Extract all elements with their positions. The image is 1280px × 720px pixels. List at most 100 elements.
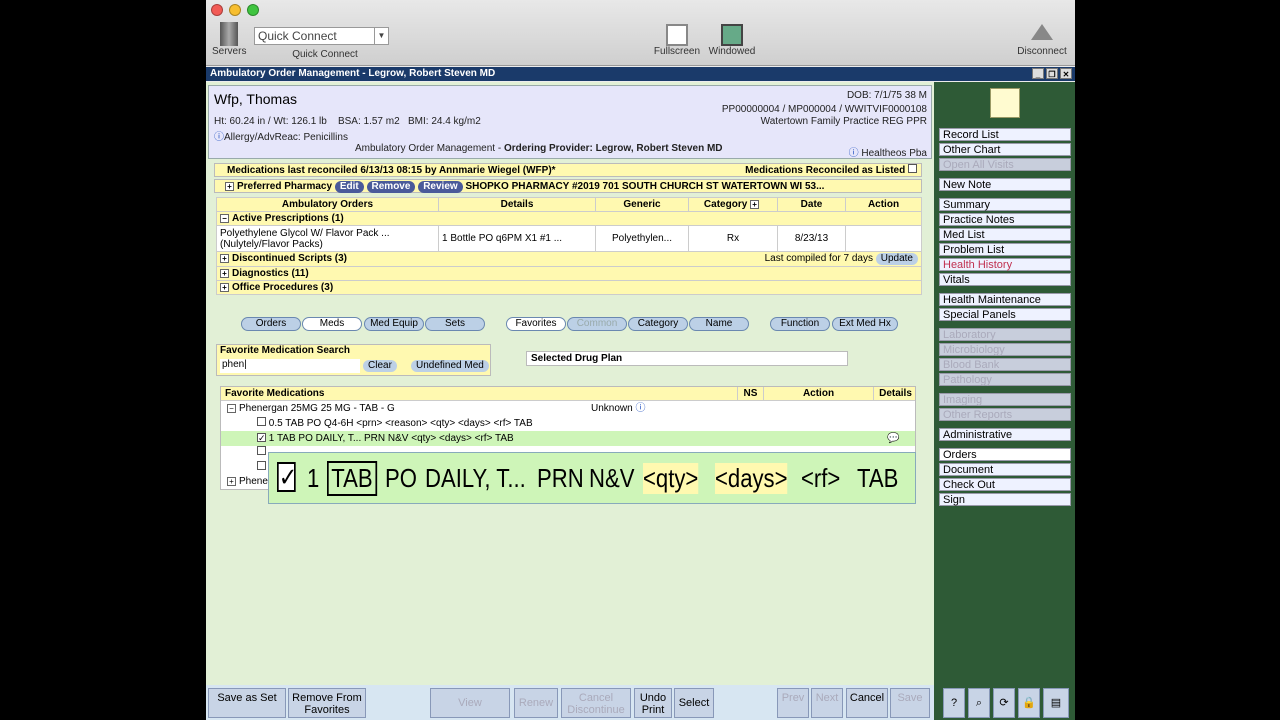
sidebar-item-document[interactable]: Document — [939, 463, 1071, 476]
search-input[interactable]: phen| — [220, 359, 360, 373]
notes-icon[interactable]: ▤ — [1043, 688, 1069, 718]
sidebar-item-administrative[interactable]: Administrative — [939, 428, 1071, 441]
fav-group-row[interactable]: − Phenergan 25MG 25 MG - TAB - G Unknown ⓘ — [221, 401, 915, 416]
disconnect-button[interactable]: Disconnect — [1014, 24, 1070, 57]
sidebar-item-microbiology[interactable]: Microbiology — [939, 343, 1071, 356]
sidebar-item-check-out[interactable]: Check Out — [939, 478, 1071, 491]
sidebar-item-sign[interactable]: Sign — [939, 493, 1071, 506]
minimize-icon[interactable]: _ — [1032, 68, 1044, 79]
restore-icon[interactable]: ❐ — [1046, 68, 1058, 79]
windowed-button[interactable]: Windowed — [706, 24, 758, 57]
reconciled-checkbox[interactable] — [908, 164, 917, 173]
windowed-label: Windowed — [708, 46, 756, 57]
sidebar-item-health-history[interactable]: Health History — [939, 258, 1071, 271]
search-icon[interactable]: ⌕ — [968, 688, 990, 718]
expand-icon[interactable]: + — [750, 200, 760, 209]
sidebar-item-practice-notes[interactable]: Practice Notes — [939, 213, 1071, 226]
tab-favorites[interactable]: Favorites — [506, 317, 566, 331]
tab-function[interactable]: Function — [770, 317, 830, 331]
select-button[interactable]: Select — [674, 688, 714, 718]
table-row[interactable]: Polyethylene Glycol W/ Flavor Pack ... (… — [216, 225, 922, 252]
tab-common[interactable]: Common — [567, 317, 627, 331]
org-name: ⓘ Healtheos Pba — [848, 148, 927, 159]
cancel-button[interactable]: Cancel — [846, 688, 888, 718]
rx-action[interactable] — [845, 225, 922, 252]
fullscreen-button[interactable]: Fullscreen — [652, 24, 702, 57]
renew-button[interactable]: Renew — [514, 688, 558, 718]
prev-button[interactable]: Prev — [777, 688, 809, 718]
sidebar-item-pathology[interactable]: Pathology — [939, 373, 1071, 386]
app-title-bar: Ambulatory Order Management - Legrow, Ro… — [206, 67, 1075, 81]
refresh-icon[interactable]: ⟳ — [993, 688, 1015, 718]
expand-icon[interactable]: + — [227, 477, 236, 486]
sidebar-item-problem-list[interactable]: Problem List — [939, 243, 1071, 256]
sidebar-item-new-note[interactable]: New Note — [939, 178, 1071, 191]
zoom-days: <days> — [715, 463, 788, 494]
sidebar-item-vitals[interactable]: Vitals — [939, 273, 1071, 286]
fav-row[interactable]: 0.5 TAB PO Q4-6H <prn> <reason> <qty> <d… — [221, 416, 915, 431]
sidebar-item-summary[interactable]: Summary — [939, 198, 1071, 211]
update-button[interactable]: Update — [875, 253, 918, 265]
help-button[interactable]: ? — [943, 688, 965, 718]
tab-name[interactable]: Name — [689, 317, 749, 331]
tab-ext-med-hx[interactable]: Ext Med Hx — [832, 317, 898, 331]
sidebar-item-laboratory[interactable]: Laboratory — [939, 328, 1071, 341]
lock-icon[interactable]: 🔒 — [1018, 688, 1040, 718]
tab-med-equip[interactable]: Med Equip — [364, 317, 424, 331]
expand-icon[interactable]: + — [220, 269, 229, 278]
expand-icon[interactable]: + — [220, 254, 229, 263]
clear-button[interactable]: Clear — [363, 360, 397, 372]
fav-checkbox[interactable] — [257, 446, 266, 455]
sidebar-item-record-list[interactable]: Record List — [939, 128, 1071, 141]
comment-icon[interactable]: 💬 — [887, 431, 899, 446]
close-light[interactable] — [211, 4, 223, 16]
edit-button[interactable]: Edit — [334, 181, 364, 193]
fav-checkbox[interactable] — [257, 417, 266, 426]
undo-print-button[interactable]: Undo Print — [634, 688, 672, 718]
sidebar-item-orders[interactable]: Orders — [939, 448, 1071, 461]
minimize-light[interactable] — [229, 4, 241, 16]
office-row[interactable]: + Office Procedures (3) — [216, 280, 922, 295]
save-as-set-button[interactable]: Save as Set — [208, 688, 286, 718]
zoom-tab2: TAB — [857, 463, 899, 493]
expand-icon[interactable]: + — [220, 283, 229, 292]
patient-header: Wfp, Thomas DOB: 7/1/75 38 M PP00000004 … — [208, 85, 932, 159]
sidebar-item-special-panels[interactable]: Special Panels — [939, 308, 1071, 321]
servers-button[interactable]: Servers — [212, 22, 246, 57]
diagnostics-row[interactable]: + Diagnostics (11) — [216, 266, 922, 281]
close-icon[interactable]: ✕ — [1060, 68, 1072, 79]
tab-category[interactable]: Category — [628, 317, 688, 331]
sidebar-item-med-list[interactable]: Med List — [939, 228, 1071, 241]
view-button[interactable]: View — [430, 688, 510, 718]
tab-sets[interactable]: Sets — [425, 317, 485, 331]
quick-connect-select[interactable]: Quick Connect ▼ — [254, 27, 389, 45]
col-details: Details — [438, 197, 596, 212]
collapse-icon[interactable]: − — [227, 404, 236, 413]
fav-checkbox[interactable] — [257, 461, 266, 470]
review-button[interactable]: Review — [418, 181, 463, 193]
next-button[interactable]: Next — [811, 688, 843, 718]
col-category[interactable]: Category + — [688, 197, 778, 212]
save-button[interactable]: Save — [890, 688, 930, 718]
sidebar-item-imaging[interactable]: Imaging — [939, 393, 1071, 406]
sidebar-item-open-all-visits[interactable]: Open All Visits — [939, 158, 1071, 171]
sidebar-item-other-reports[interactable]: Other Reports — [939, 408, 1071, 421]
sidebar-item-blood-bank[interactable]: Blood Bank — [939, 358, 1071, 371]
remove-favorites-button[interactable]: Remove From Favorites — [288, 688, 366, 718]
expand-icon[interactable]: + — [225, 182, 234, 191]
remove-button[interactable]: Remove — [366, 181, 416, 193]
zoom-qty: 1 — [307, 463, 320, 493]
discontinued-row[interactable]: + Discontinued Scripts (3) Last compiled f… — [216, 251, 922, 267]
tab-meds[interactable]: Meds — [302, 317, 362, 331]
fav-row-selected[interactable]: ✓ 1 TAB PO DAILY, T... PRN N&V <qty> <da… — [221, 431, 915, 446]
sidebar-item-health-maintenance[interactable]: Health Maintenance — [939, 293, 1071, 306]
pharmacy-value: SHOPKO PHARMACY #2019 701 SOUTH CHURCH S… — [465, 181, 825, 192]
undefined-med-button[interactable]: Undefined Med — [411, 360, 489, 372]
fav-checkbox[interactable]: ✓ — [257, 433, 266, 443]
zoom-light[interactable] — [247, 4, 259, 16]
cancel-discontinue-button[interactable]: Cancel Discontinue — [561, 688, 631, 718]
sidebar-item-other-chart[interactable]: Other Chart — [939, 143, 1071, 156]
active-rx-row[interactable]: − Active Prescriptions (1) — [216, 211, 922, 226]
collapse-icon[interactable]: − — [220, 214, 229, 223]
tab-orders[interactable]: Orders — [241, 317, 301, 331]
